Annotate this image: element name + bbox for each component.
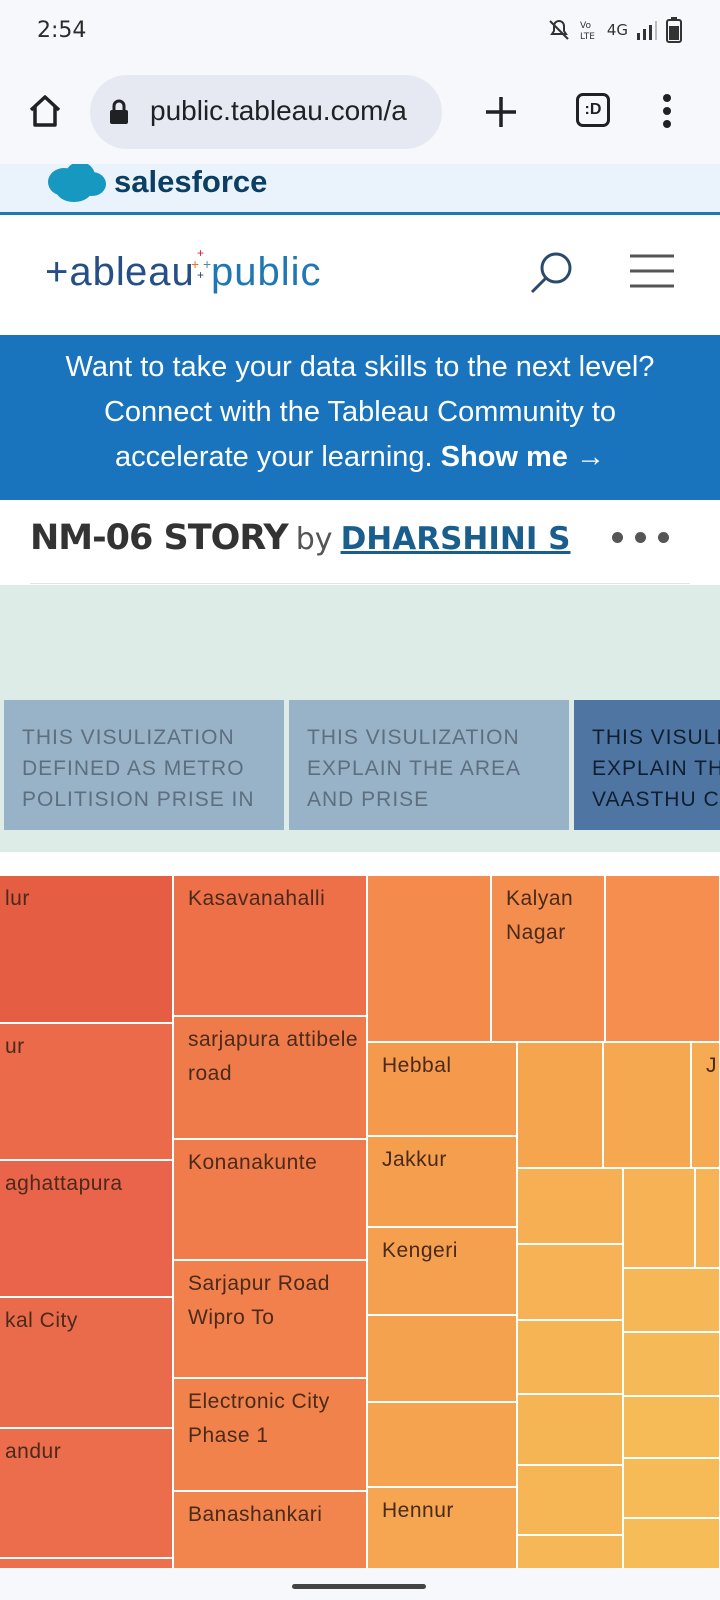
story-point-text: VAASTHU CO [592, 788, 720, 811]
tab-switcher-button[interactable]: :D [576, 93, 610, 127]
treemap-cell[interactable] [367, 1402, 517, 1487]
svg-text:eau: eau [125, 250, 195, 294]
treemap-cell-hennur[interactable]: Hennur [367, 1487, 517, 1568]
story-point-text: THIS VISULIZATION [307, 726, 520, 749]
story-point-text: EXPLAIN THE AREA [307, 757, 522, 780]
treemap-cell[interactable] [603, 1042, 691, 1168]
network-type: 4G [606, 21, 628, 39]
treemap-cell[interactable]: kal City [0, 1297, 173, 1428]
treemap-cell-sarjapura[interactable]: sarjapura attibele road [173, 1016, 367, 1139]
more-vert-icon[interactable] [660, 92, 674, 130]
treemap-cell[interactable]: lur [0, 875, 173, 1023]
treemap-cell-jakkur[interactable]: Jakkur [367, 1136, 517, 1227]
treemap-cell[interactable] [517, 1244, 623, 1320]
treemap-cell[interactable] [623, 1458, 720, 1518]
treemap-cell[interactable] [367, 1315, 517, 1402]
treemap-cell[interactable] [623, 1332, 720, 1396]
story-point-text: DEFINED AS METRO [22, 757, 245, 780]
treemap-cell[interactable] [0, 1558, 173, 1568]
community-banner[interactable]: Want to take your data skills to the nex… [0, 335, 720, 500]
treemap-cell[interactable] [623, 1268, 720, 1332]
banner-line-3-text: accelerate your learning. [115, 441, 433, 473]
more-options-icon[interactable] [612, 532, 669, 543]
treemap-cell[interactable]: andur [0, 1428, 173, 1558]
story-point-text: EXPLAIN TH [592, 757, 720, 780]
system-nav-bar [0, 1568, 720, 1600]
divider [30, 583, 690, 584]
treemap-cell[interactable] [695, 1168, 720, 1268]
hamburger-menu-icon[interactable] [628, 253, 676, 289]
treemap-cell[interactable] [367, 875, 491, 1042]
treemap-cell[interactable]: ur [0, 1023, 173, 1160]
treemap-cell[interactable] [623, 1168, 695, 1268]
treemap-cell[interactable] [605, 875, 720, 1042]
lock-icon [110, 99, 128, 124]
banner-line-1: Want to take your data skills to the nex… [65, 351, 655, 383]
salesforce-label: salesforce [114, 164, 268, 199]
story-point-text: THIS VISULIZATION [22, 726, 235, 749]
banner-line-3: accelerate your learning. Show me → [0, 435, 720, 480]
salesforce-bar[interactable]: salesforce [0, 164, 720, 215]
gesture-handle[interactable] [292, 1584, 426, 1589]
treemap-cell[interactable] [517, 1042, 603, 1168]
status-bar: 2:54 Vo LTE 4G [0, 0, 720, 62]
treemap-cell[interactable] [517, 1168, 623, 1244]
treemap-cell-kalyan-nagar[interactable]: Kalyan Nagar [491, 875, 605, 1042]
svg-text:+: + [197, 268, 205, 282]
treemap-cell-electronic-city[interactable]: Electronic City Phase 1 [173, 1378, 367, 1491]
story-navigator: THIS VISULIZATION DEFINED AS METRO POLIT… [0, 585, 720, 852]
story-point-text: AND PRISE [307, 788, 430, 811]
treemap-viz: lur ur aghattapura kal City andur Kasava… [0, 875, 720, 1568]
volte-icon: VoLTE [580, 21, 595, 42]
treemap-cell[interactable] [517, 1394, 623, 1465]
svg-text:public: public [211, 250, 322, 294]
svg-text:Vo: Vo [580, 21, 591, 31]
treemap-cell[interactable] [623, 1518, 720, 1568]
treemap-cell-kasavanahalli[interactable]: Kasavanahalli [173, 875, 367, 1016]
url-text: public.tableau.com/a [150, 95, 407, 126]
treemap-cell[interactable] [517, 1465, 623, 1535]
tableau-public-logo-mark: +abl eau + + + + public [45, 246, 322, 294]
status-icons: Vo LTE 4G [547, 16, 682, 44]
site-header: +abl eau + + + + public [0, 215, 720, 335]
battery-icon [666, 17, 682, 43]
story-point-2[interactable]: THIS VISULIZATION EXPLAIN THE AREA AND P… [289, 700, 569, 830]
story-by: by [295, 522, 333, 557]
story-name: NM-06 STORY [30, 518, 289, 558]
banner-line-2: Connect with the Tableau Community to [103, 396, 617, 428]
treemap-cell[interactable] [517, 1320, 623, 1394]
treemap-cell[interactable]: aghattapura [0, 1160, 173, 1297]
treemap-cell[interactable] [623, 1396, 720, 1458]
treemap-cell-j[interactable]: J [691, 1042, 720, 1168]
treemap-cell-hebbal[interactable]: Hebbal [367, 1042, 517, 1136]
story-point-3-active[interactable]: THIS VISULIZ EXPLAIN TH VAASTHU CO [574, 700, 720, 830]
status-time: 2:54 [37, 18, 87, 43]
url-bar[interactable]: public.tableau.com/a [90, 75, 442, 149]
home-icon[interactable] [26, 92, 64, 130]
story-point-1[interactable]: THIS VISULIZATION DEFINED AS METRO POLIT… [4, 700, 284, 830]
treemap-cell-sarjapur-wipro[interactable]: Sarjapur Road Wipro To [173, 1260, 367, 1378]
show-me-link[interactable]: Show me → [441, 441, 605, 473]
svg-text:+abl: +abl [45, 250, 126, 294]
story-title: NM-06 STORY by DHARSHINI S [30, 518, 571, 558]
author-link[interactable]: DHARSHINI S [341, 521, 571, 557]
signal-icon [637, 21, 657, 40]
svg-text:LTE: LTE [580, 32, 595, 42]
treemap-cell[interactable] [517, 1535, 623, 1568]
search-icon[interactable] [528, 250, 576, 298]
treemap-cell-kengeri[interactable]: Kengeri [367, 1227, 517, 1315]
story-point-text: THIS VISULIZ [592, 726, 720, 749]
treemap-cell-konanakunte[interactable]: Konanakunte [173, 1139, 367, 1260]
salesforce-cloud-icon [48, 164, 106, 202]
new-tab-icon[interactable] [484, 95, 518, 129]
story-point-text: POLITISION PRISE IN [22, 788, 255, 811]
mute-icon [549, 19, 569, 40]
treemap-cell-banashankari[interactable]: Banashankari [173, 1491, 367, 1568]
browser-toolbar: public.tableau.com/a :D [0, 62, 720, 164]
